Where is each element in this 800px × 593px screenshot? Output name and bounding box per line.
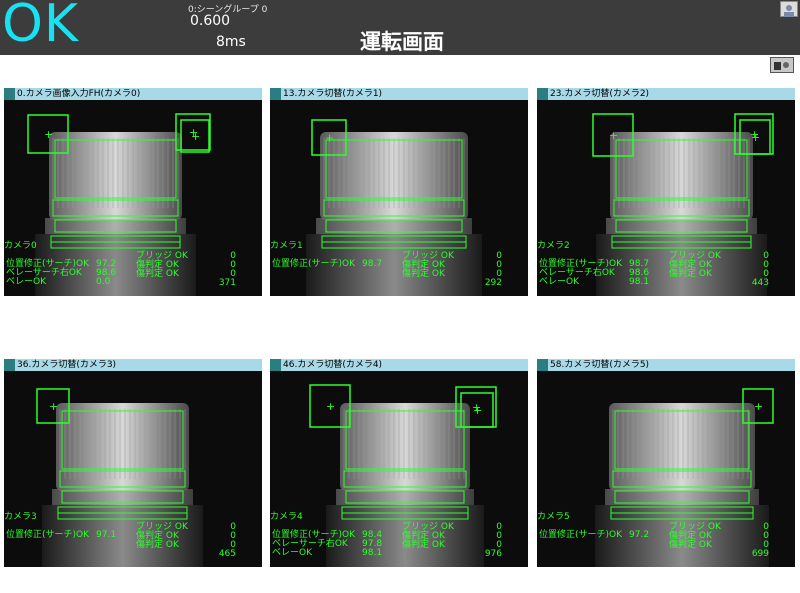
camera-image: + + + カメラ0 位置修正(サーチ)OK 97.2 ベレーサーチ右OK 98.6… — [4, 100, 262, 296]
panel-marker — [4, 88, 15, 100]
camera-panel[interactable]: 46.カメラ切替(カメラ4) + + + カメラ4 位置修正(サーチ)OK 98… — [270, 359, 528, 567]
panel-marker — [270, 88, 281, 100]
svg-text:+: + — [325, 132, 334, 145]
position-correction-value: 98.7 — [362, 259, 383, 269]
camera-panel[interactable]: 0.カメラ画像入力FH(カメラ0) + + + カメラ0 位置修正(サーチ)OK… — [4, 88, 262, 296]
position-correction-label: 位置修正(サーチ)OK — [539, 530, 623, 540]
camera-image: + カメラ5 位置修正(サーチ)OK 97.2 ブリッジ OK 傷判定 OK 傷… — [537, 371, 795, 567]
scratch-label-2: 傷判定 OK — [669, 540, 712, 550]
camera-label: カメラ1 — [270, 241, 303, 251]
scratch-label-2: 傷判定 OK — [136, 269, 179, 279]
position-correction-value: 97.2 — [629, 530, 650, 540]
camera-label: カメラ2 — [537, 241, 570, 251]
beret-label: ベレーOK — [6, 277, 46, 287]
camera-image: + カメラ3 位置修正(サーチ)OK 97.1 ブリッジ OK 傷判定 OK 傷… — [4, 371, 262, 567]
page-title: 運転画面 — [360, 30, 444, 54]
panel-marker — [4, 359, 15, 371]
camera-image: + + + カメラ2 位置修正(サーチ)OK 98.7 ベレーサーチ右OK 98.6… — [537, 100, 795, 296]
scratch-label-2: 傷判定 OK — [669, 269, 712, 279]
position-correction-value: 97.1 — [96, 530, 117, 540]
camera-label: カメラ4 — [270, 512, 303, 522]
score-value: 0.600 — [190, 13, 231, 29]
status-bar: OK 0:シーングループ 0 0.600 8ms 運転画面 — [0, 0, 800, 55]
camera-panel[interactable]: 36.カメラ切替(カメラ3) + カメラ3 位置修正(サーチ)OK 97.1 ブ… — [4, 359, 262, 567]
panel-title: 13.カメラ切替(カメラ1) — [283, 89, 383, 99]
panel-marker — [270, 359, 281, 371]
panel-marker — [537, 359, 548, 371]
layout-tool-icon[interactable] — [770, 57, 794, 73]
pixel-count: 292 — [484, 278, 502, 288]
panel-title: 0.カメラ画像入力FH(カメラ0) — [17, 89, 141, 99]
pixel-count: 371 — [218, 278, 236, 288]
panel-title: 36.カメラ切替(カメラ3) — [17, 360, 117, 370]
pixel-count: 699 — [751, 549, 769, 559]
panel-marker — [537, 88, 548, 100]
panel-header: 36.カメラ切替(カメラ3) — [4, 359, 262, 371]
pixel-count: 443 — [751, 278, 769, 288]
beret-value: 0.0 — [96, 277, 111, 287]
beret-label: ベレーOK — [539, 277, 579, 287]
panel-header: 13.カメラ切替(カメラ1) — [270, 88, 528, 100]
panel-header: 23.カメラ切替(カメラ2) — [537, 88, 795, 100]
camera-panel[interactable]: 13.カメラ切替(カメラ1) + カメラ1 位置修正(サーチ)OK 98.7 ブ… — [270, 88, 528, 296]
camera-label: カメラ5 — [537, 512, 570, 522]
beret-label: ベレーOK — [272, 548, 312, 558]
beret-value: 98.1 — [362, 548, 383, 558]
panel-header: 46.カメラ切替(カメラ4) — [270, 359, 528, 371]
panel-title: 23.カメラ切替(カメラ2) — [550, 89, 650, 99]
panel-header: 0.カメラ画像入力FH(カメラ0) — [4, 88, 262, 100]
scratch-label-2: 傷判定 OK — [402, 269, 445, 279]
camera-label: カメラ0 — [4, 241, 37, 251]
camera-label: カメラ3 — [4, 512, 37, 522]
svg-text:+: + — [751, 131, 760, 144]
pixel-count: 976 — [484, 549, 502, 559]
svg-text:+: + — [44, 128, 53, 141]
position-correction-label: 位置修正(サーチ)OK — [272, 259, 356, 269]
panel-title: 46.カメラ切替(カメラ4) — [283, 360, 383, 370]
camera-image: + + + カメラ4 位置修正(サーチ)OK 98.4 ベレーサーチ右OK 97.8… — [270, 371, 528, 567]
scratch-label-2: 傷判定 OK — [402, 540, 445, 550]
svg-text:+: + — [473, 404, 482, 417]
user-icon[interactable] — [780, 1, 798, 17]
camera-panel[interactable]: 58.カメラ切替(カメラ5) + カメラ5 位置修正(サーチ)OK 97.2 ブ… — [537, 359, 795, 567]
camera-image: + カメラ1 位置修正(サーチ)OK 98.7 ブリッジ OK 傷判定 OK 傷… — [270, 100, 528, 296]
beret-value: 98.1 — [629, 277, 650, 287]
panel-header: 58.カメラ切替(カメラ5) — [537, 359, 795, 371]
position-correction-label: 位置修正(サーチ)OK — [6, 530, 90, 540]
panel-title: 58.カメラ切替(カメラ5) — [550, 360, 650, 370]
svg-text:+: + — [754, 400, 763, 413]
svg-text:+: + — [191, 130, 200, 143]
pixel-count: 465 — [218, 549, 236, 559]
svg-text:+: + — [49, 400, 58, 413]
camera-panel[interactable]: 23.カメラ切替(カメラ2) + + + カメラ2 位置修正(サーチ)OK 98… — [537, 88, 795, 296]
svg-text:+: + — [609, 129, 618, 142]
svg-text:+: + — [326, 400, 335, 413]
judgement-status: OK — [2, 0, 80, 54]
scratch-label-2: 傷判定 OK — [136, 540, 179, 550]
processing-time: 8ms — [216, 34, 246, 50]
